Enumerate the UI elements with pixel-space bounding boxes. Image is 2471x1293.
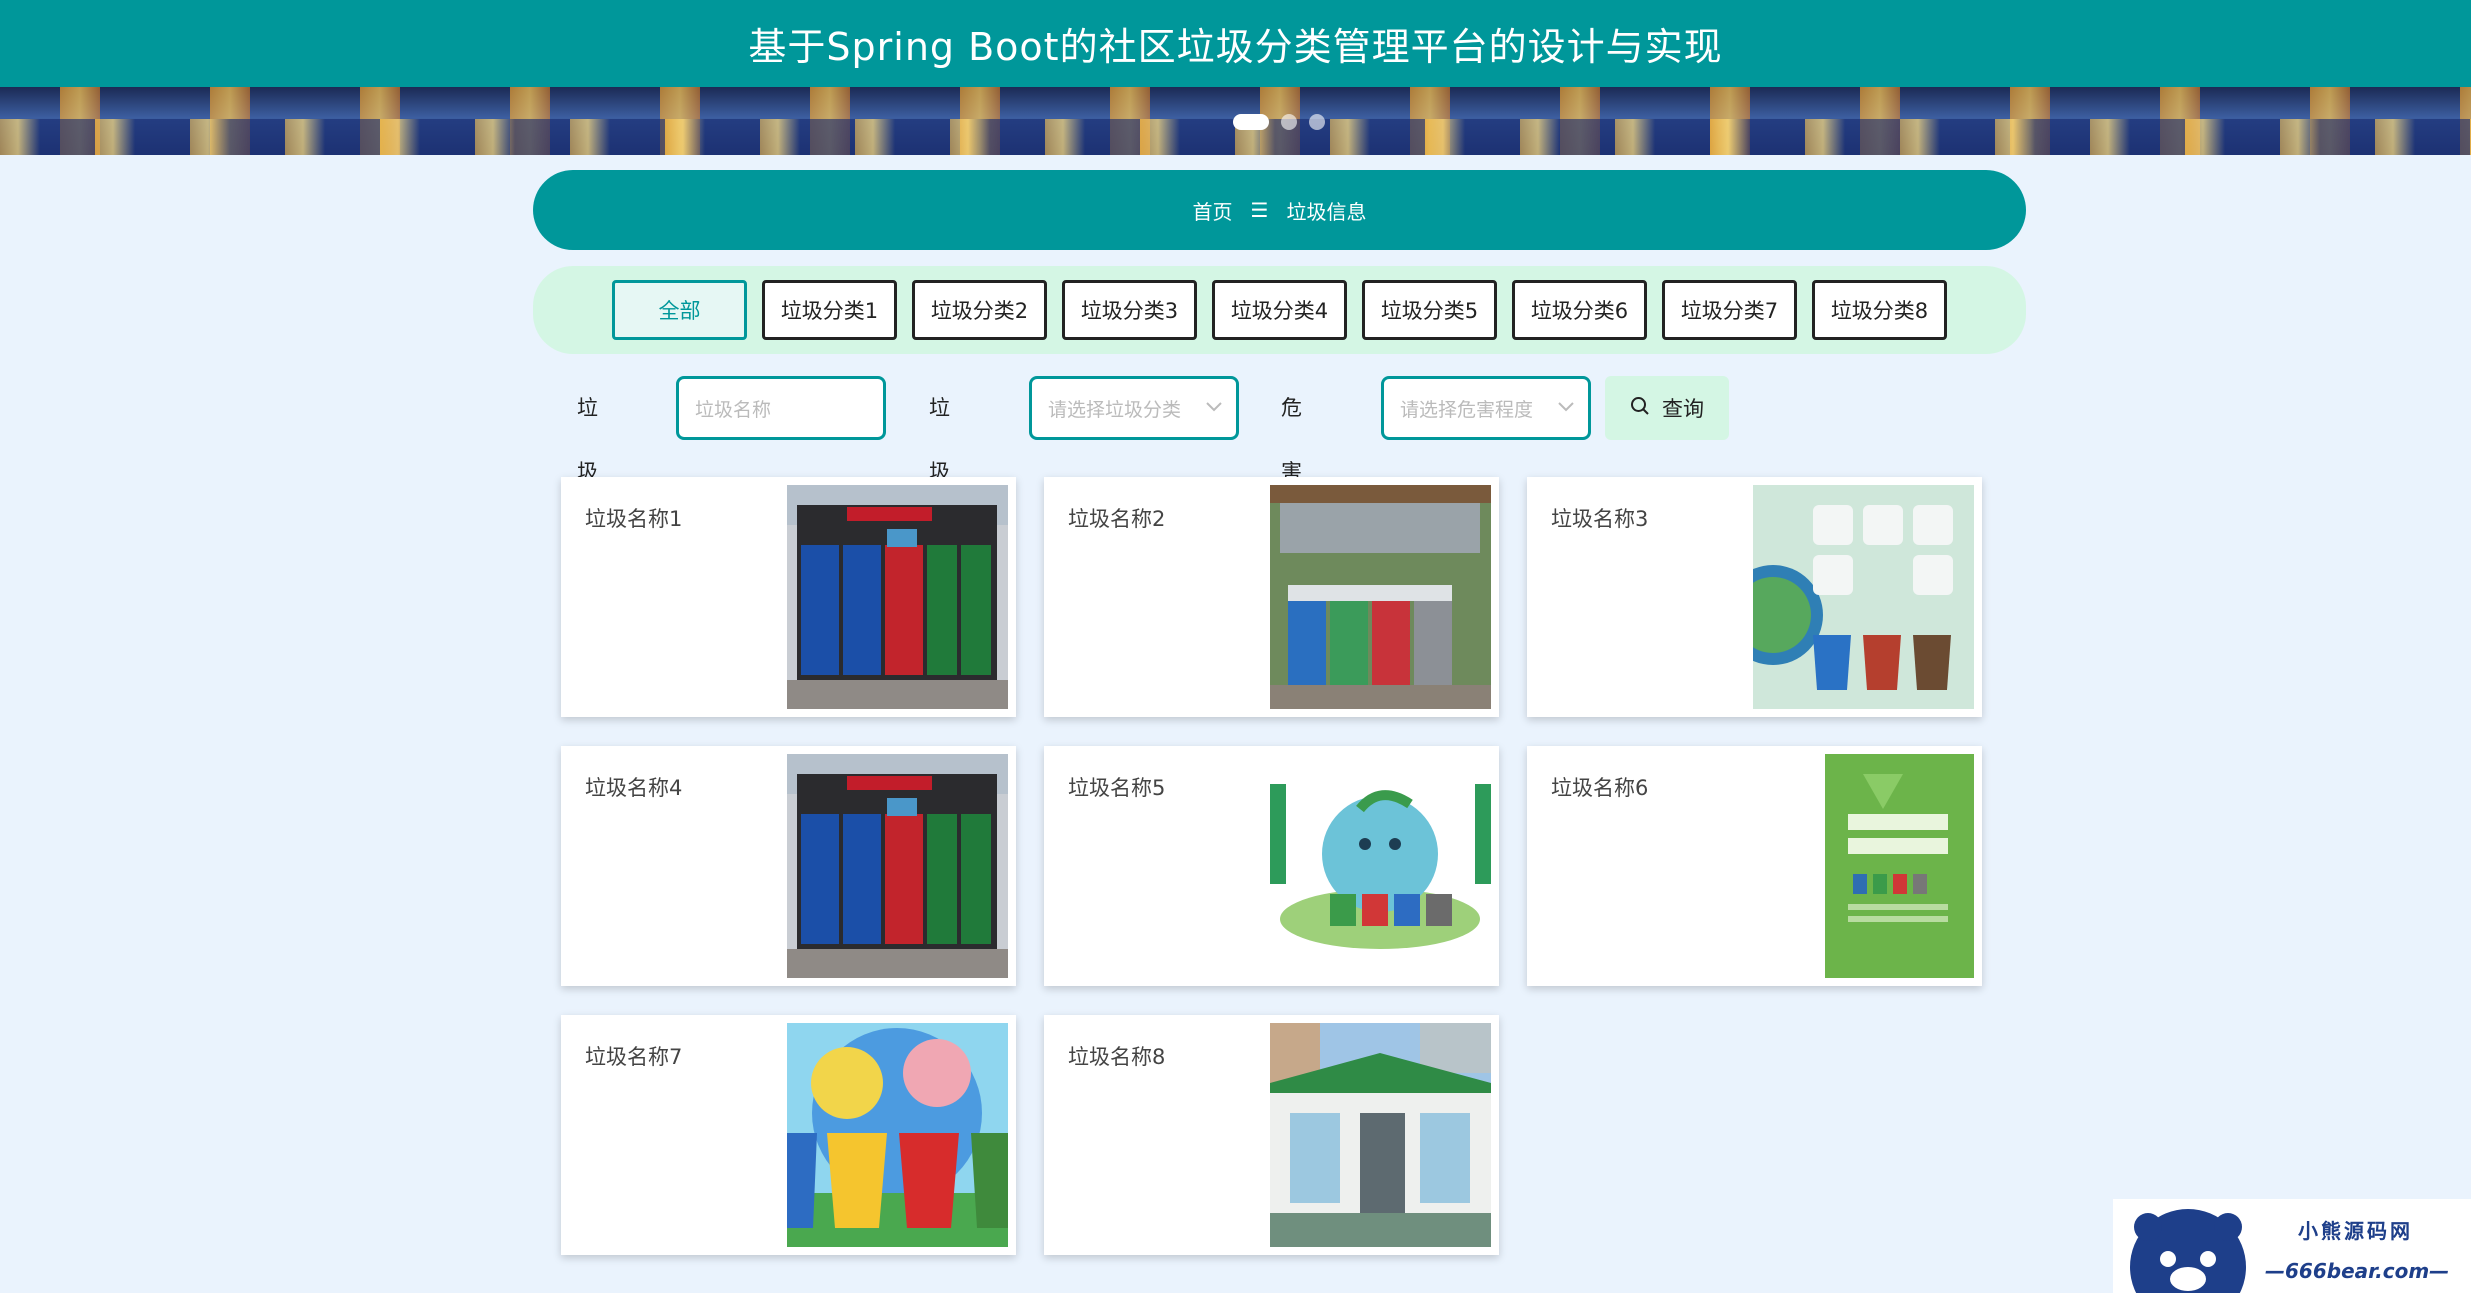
- tab-category-4[interactable]: 垃圾分类4: [1212, 280, 1347, 340]
- chevron-down-icon: [1206, 400, 1222, 416]
- colorful-bins-image: [787, 1023, 1008, 1247]
- query-button-label: 查询: [1662, 397, 1704, 421]
- trash-card-name: 垃圾名称5: [1068, 776, 1166, 800]
- trash-card[interactable]: 垃圾名称4: [561, 746, 1016, 986]
- carousel-dot-3[interactable]: [1309, 114, 1325, 130]
- carousel-indicators: [1233, 114, 1325, 130]
- tab-category-6[interactable]: 垃圾分类6: [1512, 280, 1647, 340]
- trash-card[interactable]: 垃圾名称6: [1527, 746, 1982, 986]
- category-label: 垃圾分类: [929, 396, 950, 612]
- kiosk-building-image: [1270, 1023, 1491, 1247]
- breadcrumb-home[interactable]: 首页: [1193, 196, 1233, 225]
- bins-station-image: [1270, 485, 1491, 709]
- trash-card-name: 垃圾名称6: [1551, 776, 1649, 800]
- tab-category-3[interactable]: 垃圾分类3: [1062, 280, 1197, 340]
- search-icon: [1630, 396, 1650, 421]
- category-tabs: 全部 垃圾分类1 垃圾分类2 垃圾分类3 垃圾分类4 垃圾分类5 垃圾分类6 垃…: [533, 266, 2026, 354]
- trash-card[interactable]: 垃圾名称7: [561, 1015, 1016, 1255]
- trash-card-name: 垃圾名称2: [1068, 507, 1166, 531]
- tab-all[interactable]: 全部: [612, 280, 747, 340]
- trash-card[interactable]: 垃圾名称2: [1044, 477, 1499, 717]
- green-poster-image: [1753, 754, 1974, 978]
- query-button[interactable]: 查询: [1605, 376, 1729, 440]
- category-select-placeholder: 请选择垃圾分类: [1048, 398, 1182, 421]
- carousel-dot-2[interactable]: [1281, 114, 1297, 130]
- tab-category-7[interactable]: 垃圾分类7: [1662, 280, 1797, 340]
- bins-sorting-poster-image: [1753, 485, 1974, 709]
- watermark-title: 小熊源码网: [2298, 1219, 2413, 1243]
- site-header: 基于Spring Boot的社区垃圾分类管理平台的设计与实现: [0, 0, 2471, 87]
- chevron-down-icon: [1558, 400, 1574, 416]
- trash-card-name: 垃圾名称1: [585, 507, 683, 531]
- name-input[interactable]: 垃圾名称: [676, 376, 886, 440]
- tab-category-8[interactable]: 垃圾分类8: [1812, 280, 1947, 340]
- globe-cartoon-image: [1270, 754, 1491, 978]
- name-label: 垃圾名称: [577, 396, 598, 612]
- tab-category-1[interactable]: 垃圾分类1: [762, 280, 897, 340]
- name-input-placeholder: 垃圾名称: [695, 398, 772, 421]
- carousel-dot-1[interactable]: [1233, 114, 1269, 130]
- breadcrumb: 首页 ☰ 垃圾信息: [533, 170, 2026, 250]
- watermark: 小熊源码网 —666bear.com—: [2113, 1199, 2471, 1293]
- hazard-select-placeholder: 请选择危害程度: [1400, 398, 1534, 421]
- trash-card-name: 垃圾名称3: [1551, 507, 1649, 531]
- bear-logo-icon: [2123, 1207, 2253, 1293]
- bins-machine-image: [787, 754, 1008, 978]
- hazard-label: 危害程度: [1281, 396, 1302, 612]
- tab-category-2[interactable]: 垃圾分类2: [912, 280, 1047, 340]
- hazard-select[interactable]: 请选择危害程度: [1381, 376, 1591, 440]
- trash-card[interactable]: 垃圾名称1: [561, 477, 1016, 717]
- category-select[interactable]: 请选择垃圾分类: [1029, 376, 1239, 440]
- breadcrumb-separator-icon: ☰: [1250, 198, 1269, 222]
- page-title: 基于Spring Boot的社区垃圾分类管理平台的设计与实现: [748, 25, 1723, 69]
- watermark-site: —666bear.com—: [2265, 1259, 2450, 1283]
- trash-card-name: 垃圾名称4: [585, 776, 683, 800]
- trash-card[interactable]: 垃圾名称5: [1044, 746, 1499, 986]
- trash-card-name: 垃圾名称7: [585, 1045, 683, 1069]
- trash-card[interactable]: 垃圾名称8: [1044, 1015, 1499, 1255]
- trash-card-name: 垃圾名称8: [1068, 1045, 1166, 1069]
- bins-machine-image: [787, 485, 1008, 709]
- trash-card[interactable]: 垃圾名称3: [1527, 477, 1982, 717]
- breadcrumb-current: 垃圾信息: [1286, 199, 1367, 224]
- tab-category-5[interactable]: 垃圾分类5: [1362, 280, 1497, 340]
